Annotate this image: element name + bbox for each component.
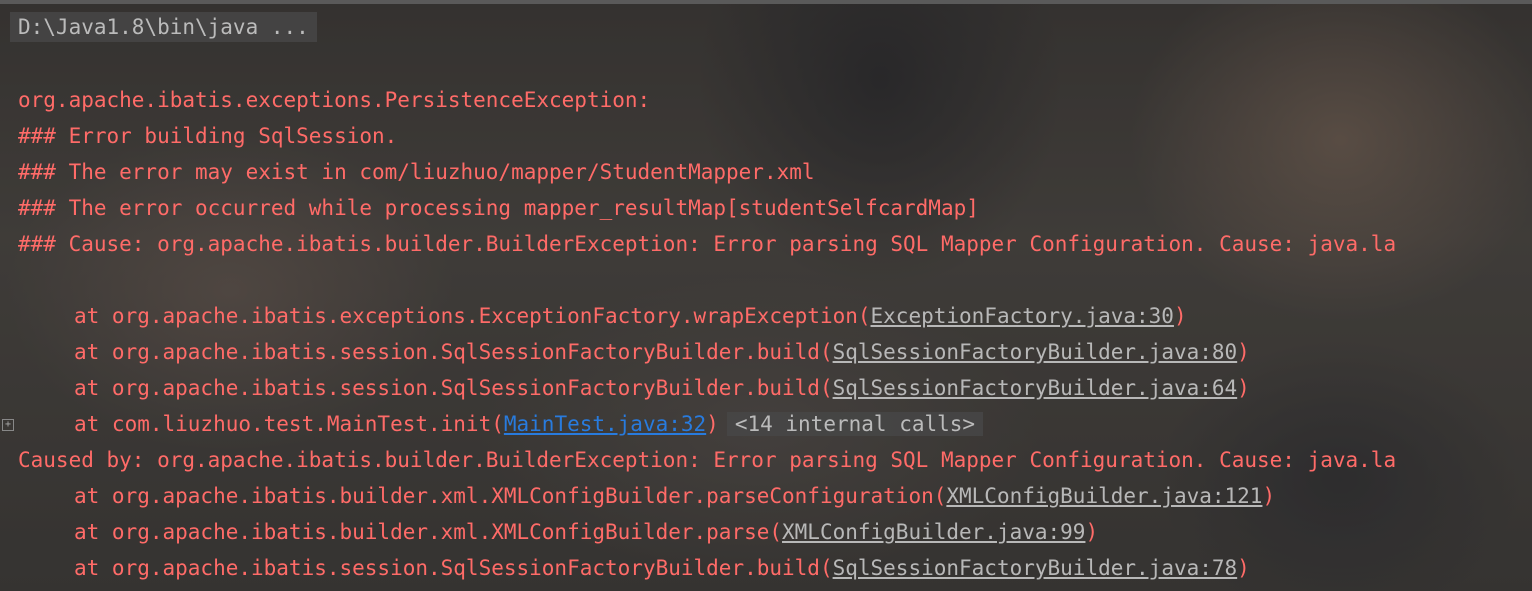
stack-frame-suffix: ) bbox=[1237, 376, 1250, 400]
stack-frame-text: at org.apache.ibatis.builder.xml.XMLConf… bbox=[74, 520, 783, 544]
stack-frame-suffix: ) bbox=[1085, 520, 1099, 544]
stack-frame: at org.apache.ibatis.builder.xml.XMLConf… bbox=[18, 478, 1275, 514]
stack-frame: at org.apache.ibatis.session.SqlSessionF… bbox=[18, 370, 1250, 406]
error-line: ### The error occurred while processing … bbox=[18, 196, 979, 220]
error-line: ### Cause: org.apache.ibatis.builder.Bui… bbox=[18, 232, 1397, 256]
stack-frame-suffix: ) bbox=[1237, 340, 1250, 364]
stack-frame-text: at org.apache.ibatis.exceptions.Exceptio… bbox=[74, 304, 871, 328]
source-link[interactable]: XMLConfigBuilder.java:99 bbox=[782, 520, 1085, 544]
source-link[interactable]: ExceptionFactory.java:30 bbox=[871, 304, 1174, 328]
stack-frame: at com.liuzhuo.test.MainTest.init(MainTe… bbox=[18, 406, 984, 442]
source-link[interactable]: XMLConfigBuilder.java:121 bbox=[946, 484, 1262, 508]
source-link[interactable]: MainTest.java:32 bbox=[504, 412, 706, 436]
stack-frame-text: at org.apache.ibatis.session.SqlSessionF… bbox=[74, 340, 833, 364]
expand-fold-icon[interactable]: + bbox=[2, 419, 14, 431]
command-line[interactable]: D:\Java1.8\bin\java ... bbox=[10, 12, 317, 42]
stack-frame-suffix: ) bbox=[1173, 304, 1187, 328]
stack-frame-suffix: ) bbox=[706, 412, 719, 436]
stack-frame-text: at org.apache.ibatis.session.SqlSessionF… bbox=[74, 556, 833, 580]
stack-frame: at org.apache.ibatis.session.SqlSessionF… bbox=[18, 334, 1250, 370]
internal-calls-fold[interactable]: <14 internal calls> bbox=[726, 412, 984, 436]
stack-frame: at org.apache.ibatis.exceptions.Exceptio… bbox=[18, 298, 1187, 334]
stack-frame-suffix: ) bbox=[1237, 556, 1250, 580]
stack-frame: at org.apache.ibatis.builder.xml.XMLConf… bbox=[18, 514, 1098, 550]
source-link[interactable]: SqlSessionFactoryBuilder.java:64 bbox=[833, 376, 1238, 400]
run-console[interactable]: D:\Java1.8\bin\java ... org.apache.ibati… bbox=[0, 0, 1532, 591]
source-link[interactable]: SqlSessionFactoryBuilder.java:80 bbox=[833, 340, 1238, 364]
stack-frame-text: at org.apache.ibatis.session.SqlSessionF… bbox=[74, 376, 833, 400]
error-line: ### Error building SqlSession. bbox=[18, 124, 398, 148]
stack-frame-text: at com.liuzhuo.test.MainTest.init( bbox=[74, 412, 504, 436]
stack-frame-suffix: ) bbox=[1262, 484, 1276, 508]
stack-frame: at org.apache.ibatis.session.SqlSessionF… bbox=[18, 550, 1250, 586]
exception-header: org.apache.ibatis.exceptions.Persistence… bbox=[18, 88, 663, 112]
error-line: ### The error may exist in com/liuzhuo/m… bbox=[18, 160, 815, 184]
stack-frame-text: at org.apache.ibatis.builder.xml.XMLConf… bbox=[74, 484, 947, 508]
caused-by-line: Caused by: org.apache.ibatis.builder.Bui… bbox=[18, 448, 1397, 472]
source-link[interactable]: SqlSessionFactoryBuilder.java:78 bbox=[833, 556, 1238, 580]
